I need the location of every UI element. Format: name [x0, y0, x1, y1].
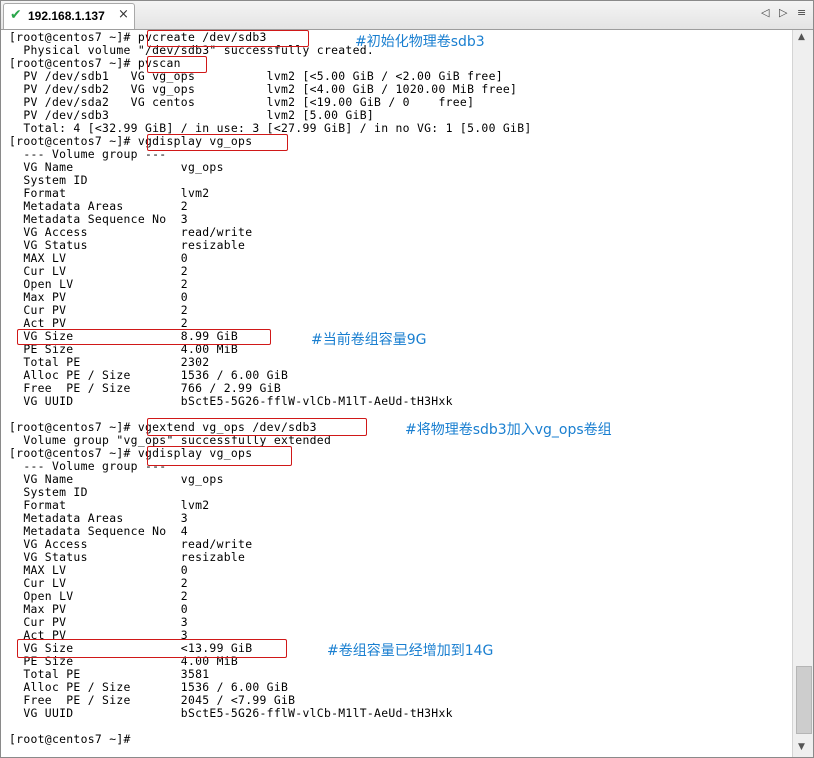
command-highlight-pvscan: [147, 56, 207, 73]
terminal-line: VG Access read/write: [9, 537, 253, 551]
terminal-line: PV /dev/sdb1 VG vg_ops lvm2 [<5.00 GiB /…: [9, 69, 503, 83]
terminal-line: Open LV 2: [9, 277, 188, 291]
terminal-line: Cur PV 2: [9, 303, 188, 317]
terminal-line: Max PV 0: [9, 602, 188, 616]
scroll-down-icon[interactable]: ▼: [798, 742, 805, 752]
terminal-line: Format lvm2: [9, 186, 210, 200]
terminal-line: [root@centos7 ~]#: [9, 732, 131, 746]
command-highlight-vgdisplay-2: [147, 446, 292, 466]
terminal-line: PV /dev/sdb3 lvm2 [5.00 GiB]: [9, 108, 375, 122]
command-highlight-vgextend: [147, 418, 367, 436]
terminal-line: PV /dev/sda2 VG centos lvm2 [<19.00 GiB …: [9, 95, 475, 109]
terminal-line: VG Name vg_ops: [9, 472, 224, 486]
terminal-line: Cur LV 2: [9, 576, 188, 590]
check-icon: ✔: [10, 7, 22, 23]
terminal-line: MAX LV 0: [9, 251, 188, 265]
terminal-line: VG Name vg_ops: [9, 160, 224, 174]
annotation-vgextend: #将物理卷sdb3加入vg_ops卷组: [405, 422, 612, 438]
terminal-line: VG UUID bSctE5-5G26-fflW-vlCb-M1lT-AeUd-…: [9, 706, 453, 720]
close-icon[interactable]: ×: [118, 7, 129, 22]
terminal-line: Alloc PE / Size 1536 / 6.00 GiB: [9, 680, 289, 694]
terminal-line: Metadata Areas 2: [9, 199, 188, 213]
command-highlight-pvcreate: [147, 30, 309, 47]
terminal-line: Metadata Sequence No 4: [9, 524, 188, 538]
terminal-line: VG Status resizable: [9, 550, 246, 564]
terminal-line: Max PV 0: [9, 290, 188, 304]
vg-size-highlight-before: [17, 329, 271, 345]
terminal-line: Free PE / Size 766 / 2.99 GiB: [9, 381, 281, 395]
tab-title: 192.168.1.137: [28, 9, 105, 23]
session-tab[interactable]: ✔ 192.168.1.137 ×: [3, 3, 135, 29]
terminal-line: --- Volume group ---: [9, 147, 167, 161]
terminal-line: VG UUID bSctE5-5G26-fflW-vlCb-M1lT-AeUd-…: [9, 394, 453, 408]
terminal-line: MAX LV 0: [9, 563, 188, 577]
terminal-line: Open LV 2: [9, 589, 188, 603]
terminal-line: Total PE 3581: [9, 667, 210, 681]
terminal-line: Metadata Sequence No 3: [9, 212, 188, 226]
scroll-up-icon[interactable]: ▲: [798, 32, 805, 42]
terminal-line: Cur LV 2: [9, 264, 188, 278]
tab-next-icon[interactable]: ▷: [779, 6, 787, 19]
terminal-line: Alloc PE / Size 1536 / 6.00 GiB: [9, 368, 289, 382]
annotation-size-before: #当前卷组容量9G: [311, 332, 427, 348]
tab-menu-icon[interactable]: ≡: [797, 6, 806, 19]
command-highlight-vgdisplay-1: [147, 134, 288, 151]
terminal-line: Free PE / Size 2045 / <7.99 GiB: [9, 693, 296, 707]
terminal-line: PV /dev/sdb2 VG vg_ops lvm2 [<4.00 GiB /…: [9, 82, 518, 96]
annotation-size-after: #卷组容量已经增加到14G: [327, 643, 494, 659]
annotation-pvcreate: #初始化物理卷sdb3: [355, 34, 485, 50]
terminal-line: Total PE 2302: [9, 355, 210, 369]
terminal-window: ✔ 192.168.1.137 × ◁ ▷ ≡ [root@centos7 ~]…: [0, 0, 814, 758]
tab-bar: ✔ 192.168.1.137 × ◁ ▷ ≡: [1, 1, 813, 30]
vg-size-highlight-after: [17, 639, 287, 658]
terminal-line: System ID: [9, 485, 88, 499]
tab-prev-icon[interactable]: ◁: [761, 6, 769, 19]
vertical-scrollbar[interactable]: ▲ ▼: [792, 30, 813, 757]
terminal-line: VG Status resizable: [9, 238, 246, 252]
terminal-line: System ID: [9, 173, 88, 187]
terminal-line: Metadata Areas 3: [9, 511, 188, 525]
terminal-line: Format lvm2: [9, 498, 210, 512]
scroll-thumb[interactable]: [796, 666, 812, 734]
terminal-line: VG Access read/write: [9, 225, 253, 239]
terminal-output[interactable]: [root@centos7 ~]# VG UUID bSctE5-5G26-ff…: [1, 30, 791, 757]
terminal-line: Cur PV 3: [9, 615, 188, 629]
terminal-line: --- Volume group ---: [9, 459, 167, 473]
